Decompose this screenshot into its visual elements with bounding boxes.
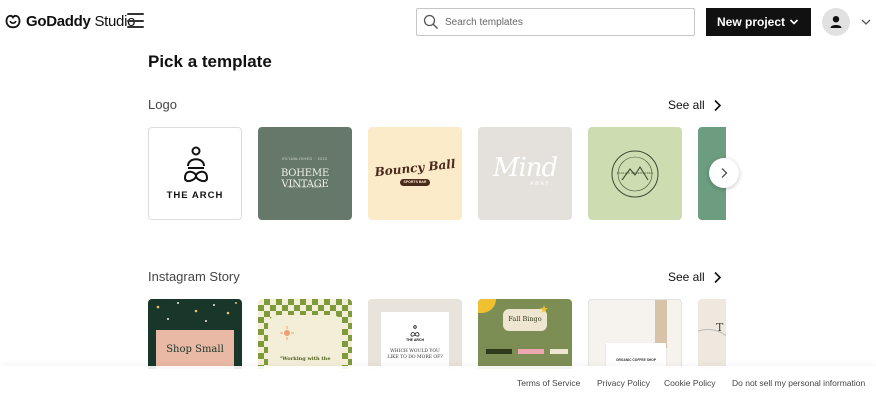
card-shape [655,300,667,348]
sun-icon [280,326,294,340]
top-header: GoDaddy Studio New project [0,0,876,44]
card-title: Shop Small [166,344,224,355]
godaddy-logo-icon [5,14,21,29]
search-icon [423,14,438,29]
footer: Terms of Service Privacy Policy Cookie P… [0,366,876,398]
search-input[interactable] [445,16,675,28]
template-card[interactable]: ESTABLISHED · 2022 BOHEME VINTAGE NATURA… [258,127,352,220]
confetti-decoration-icon [156,302,237,322]
see-all-label: See all [668,270,705,284]
template-card[interactable]: "Working with the [258,299,352,369]
template-card[interactable]: ORGANIC COFFEE SHOP [588,299,682,369]
card-title: THE ARCH [406,338,424,342]
card-title: Bouncy Ball [373,156,457,180]
template-card[interactable]: Bouncy Ball SPORTS BAR [368,127,462,220]
section-title-instagram-story: Instagram Story [148,269,240,284]
card-title: THE ARCH [166,190,224,201]
card-title: Mind [492,153,558,183]
card-bar [518,349,544,354]
chevron-right-icon [714,271,721,283]
meditating-figure-icon [410,325,420,337]
page-title: Pick a template [148,52,272,71]
template-card[interactable]: PAULA'S ADVENTURES [588,127,682,220]
card-bar [486,349,512,354]
card-shape [478,299,496,313]
account-chevron-down-icon[interactable] [860,17,872,27]
see-all-label: See all [668,98,705,112]
template-card[interactable]: THE ARCH WHICH WOULD YOU LIKE TO DO MORE… [368,299,462,369]
template-card[interactable]: THE ARCH [148,127,242,220]
template-card[interactable]: T [698,299,726,369]
template-card[interactable]: Mind AWAY [478,127,572,220]
instagram-story-template-carousel: Shop Small "Working with the THE ARCH WH… [148,299,726,369]
template-card[interactable]: Fall Bingo [478,299,572,369]
brand-logo[interactable]: GoDaddy Studio [4,12,135,30]
card-title: PAULA'S ADVENTURES [616,171,654,175]
card-title: "Working with the [279,356,331,362]
star-icon [540,305,548,313]
card-tag: SPORTS BAR [400,179,430,186]
card-shape [698,329,726,369]
carousel-next-button[interactable] [709,158,739,188]
search-bar[interactable] [416,8,695,36]
new-project-label: New project [717,15,786,29]
do-not-sell-link[interactable]: Do not sell my personal information [732,378,865,388]
card-subtitle: AWAY [530,181,550,187]
chevron-down-icon [789,19,799,25]
template-card[interactable]: Shop Small [148,299,242,369]
see-all-instagram-story-link[interactable]: See all [668,270,722,284]
new-project-button[interactable]: New project [706,8,811,36]
brand-name-bold: GoDaddy [26,12,91,30]
card-title: Fall Bingo [508,315,542,323]
meditating-figure-icon [183,146,209,183]
avatar[interactable] [822,8,850,36]
section-title-logo: Logo [148,97,177,112]
card-title: ORGANIC COFFEE SHOP [615,358,657,362]
see-all-logo-link[interactable]: See all [668,98,722,112]
card-small-bottom: NATURAL FIBER [287,185,323,189]
chevron-right-icon [721,168,728,178]
hamburger-menu-icon[interactable] [127,13,144,28]
terms-of-service-link[interactable]: Terms of Service [517,378,580,388]
privacy-policy-link[interactable]: Privacy Policy [597,378,650,388]
user-icon [830,16,842,28]
logo-template-carousel: THE ARCH ESTABLISHED · 2022 BOHEME VINTA… [148,127,726,221]
card-body: WHICH WOULD YOU LIKE TO DO MORE OF? [387,349,443,360]
card-small-top: ESTABLISHED · 2022 [282,157,328,161]
cookie-policy-link[interactable]: Cookie Policy [664,378,716,388]
chevron-right-icon [714,99,721,111]
card-bar [550,349,568,354]
